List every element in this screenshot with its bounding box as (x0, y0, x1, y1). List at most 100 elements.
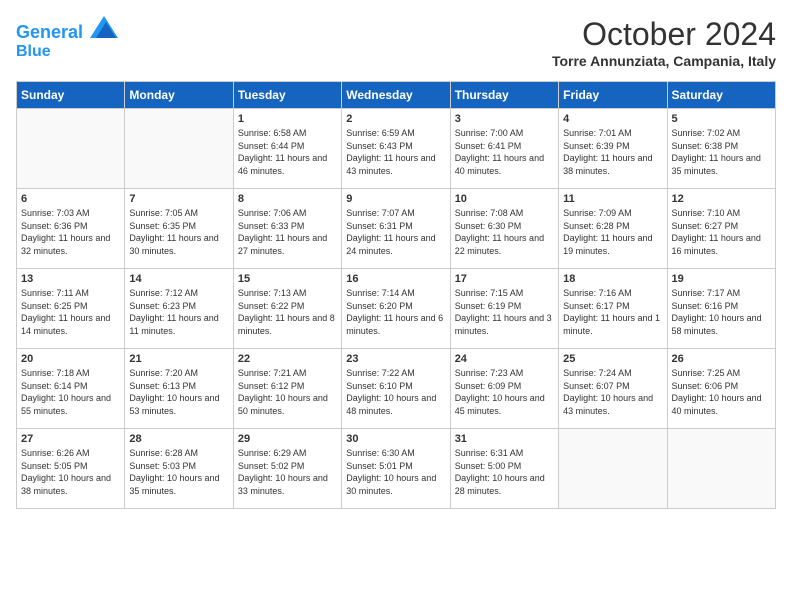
calendar-cell: 3 Sunrise: 7:00 AM Sunset: 6:41 PM Daylig… (450, 109, 558, 189)
calendar-cell: 11 Sunrise: 7:09 AM Sunset: 6:28 PM Dayli… (559, 189, 667, 269)
day-number: 17 (455, 273, 554, 285)
cell-text: Sunrise: 7:18 AM Sunset: 6:14 PM Dayligh… (21, 367, 120, 417)
cell-text: Sunrise: 7:11 AM Sunset: 6:25 PM Dayligh… (21, 287, 120, 337)
cell-text: Sunrise: 7:03 AM Sunset: 6:36 PM Dayligh… (21, 207, 120, 257)
cell-text: Sunrise: 7:24 AM Sunset: 6:07 PM Dayligh… (563, 367, 662, 417)
logo-text: General (16, 16, 118, 43)
day-number: 6 (21, 193, 120, 205)
cell-text: Sunrise: 6:59 AM Sunset: 6:43 PM Dayligh… (346, 127, 445, 177)
day-number: 20 (21, 353, 120, 365)
calendar-cell: 16Sunrise: 7:14 AM Sunset: 6:20 PM Dayli… (342, 269, 450, 349)
day-number: 28 (129, 433, 228, 445)
weekday-header-monday: Monday (125, 82, 233, 109)
day-number: 7 (129, 193, 228, 205)
calendar-cell (559, 429, 667, 509)
cell-text: Sunrise: 7:00 AM Sunset: 6:41 PM Dayligh… (455, 127, 554, 177)
cell-text: Sunrise: 7:05 AM Sunset: 6:35 PM Dayligh… (129, 207, 228, 257)
calendar-cell: 26Sunrise: 7:25 AM Sunset: 6:06 PM Dayli… (667, 349, 775, 429)
cell-text: Sunrise: 6:30 AM Sunset: 5:01 PM Dayligh… (346, 447, 445, 497)
day-number: 22 (238, 353, 337, 365)
day-number: 21 (129, 353, 228, 365)
week-row-0: 1 Sunrise: 6:58 AM Sunset: 6:44 PM Daylig… (17, 109, 776, 189)
calendar-cell: 14 Sunrise: 7:12 AM Sunset: 6:23 PM Dayli… (125, 269, 233, 349)
day-number: 13 (21, 273, 120, 285)
calendar-cell: 27 Sunrise: 6:26 AM Sunset: 5:05 PM Dayli… (17, 429, 125, 509)
week-row-2: 13 Sunrise: 7:11 AM Sunset: 6:25 PM Dayli… (17, 269, 776, 349)
cell-text: Sunrise: 7:07 AM Sunset: 6:31 PM Dayligh… (346, 207, 445, 257)
cell-text: Sunrise: 7:23 AM Sunset: 6:09 PM Dayligh… (455, 367, 554, 417)
calendar-cell (17, 109, 125, 189)
day-number: 16 (346, 273, 445, 285)
logo-blue: Blue (16, 43, 118, 61)
calendar-cell: 30Sunrise: 6:30 AM Sunset: 5:01 PM Dayli… (342, 429, 450, 509)
cell-text: Sunrise: 7:09 AM Sunset: 6:28 PM Dayligh… (563, 207, 662, 257)
week-row-1: 6 Sunrise: 7:03 AM Sunset: 6:36 PM Daylig… (17, 189, 776, 269)
weekday-header-saturday: Saturday (667, 82, 775, 109)
cell-text: Sunrise: 7:16 AM Sunset: 6:17 PM Dayligh… (563, 287, 662, 337)
cell-text: Sunrise: 7:08 AM Sunset: 6:30 PM Dayligh… (455, 207, 554, 257)
day-number: 27 (21, 433, 120, 445)
calendar-cell: 18Sunrise: 7:16 AM Sunset: 6:17 PM Dayli… (559, 269, 667, 349)
day-number: 23 (346, 353, 445, 365)
cell-text: Sunrise: 7:12 AM Sunset: 6:23 PM Dayligh… (129, 287, 228, 337)
calendar-cell (667, 429, 775, 509)
calendar-cell: 17Sunrise: 7:15 AM Sunset: 6:19 PM Dayli… (450, 269, 558, 349)
calendar-cell: 6 Sunrise: 7:03 AM Sunset: 6:36 PM Daylig… (17, 189, 125, 269)
cell-text: Sunrise: 6:26 AM Sunset: 5:05 PM Dayligh… (21, 447, 120, 497)
day-number: 3 (455, 113, 554, 125)
day-number: 14 (129, 273, 228, 285)
day-number: 12 (672, 193, 771, 205)
calendar-cell: 25 Sunrise: 7:24 AM Sunset: 6:07 PM Dayli… (559, 349, 667, 429)
calendar-body: 1 Sunrise: 6:58 AM Sunset: 6:44 PM Daylig… (17, 109, 776, 509)
logo: General Blue (16, 16, 118, 60)
cell-text: Sunrise: 6:58 AM Sunset: 6:44 PM Dayligh… (238, 127, 337, 177)
cell-text: Sunrise: 7:25 AM Sunset: 6:06 PM Dayligh… (672, 367, 771, 417)
calendar-cell: 2Sunrise: 6:59 AM Sunset: 6:43 PM Daylig… (342, 109, 450, 189)
logo-icon (90, 16, 118, 38)
day-number: 29 (238, 433, 337, 445)
calendar-cell: 5 Sunrise: 7:02 AM Sunset: 6:38 PM Daylig… (667, 109, 775, 189)
day-number: 4 (563, 113, 662, 125)
cell-text: Sunrise: 7:01 AM Sunset: 6:39 PM Dayligh… (563, 127, 662, 177)
day-number: 25 (563, 353, 662, 365)
cell-text: Sunrise: 7:02 AM Sunset: 6:38 PM Dayligh… (672, 127, 771, 177)
calendar-cell: 7 Sunrise: 7:05 AM Sunset: 6:35 PM Daylig… (125, 189, 233, 269)
day-number: 5 (672, 113, 771, 125)
cell-text: Sunrise: 7:22 AM Sunset: 6:10 PM Dayligh… (346, 367, 445, 417)
calendar-cell (125, 109, 233, 189)
day-number: 24 (455, 353, 554, 365)
cell-text: Sunrise: 6:28 AM Sunset: 5:03 PM Dayligh… (129, 447, 228, 497)
calendar-cell: 15Sunrise: 7:13 AM Sunset: 6:22 PM Dayli… (233, 269, 341, 349)
calendar-cell: 12 Sunrise: 7:10 AM Sunset: 6:27 PM Dayli… (667, 189, 775, 269)
weekday-header-row: SundayMondayTuesdayWednesdayThursdayFrid… (17, 82, 776, 109)
month-title: October 2024 (552, 16, 776, 53)
calendar-cell: 31Sunrise: 6:31 AM Sunset: 5:00 PM Dayli… (450, 429, 558, 509)
weekday-header-friday: Friday (559, 82, 667, 109)
week-row-4: 27 Sunrise: 6:26 AM Sunset: 5:05 PM Dayli… (17, 429, 776, 509)
calendar-cell: 23 Sunrise: 7:22 AM Sunset: 6:10 PM Dayli… (342, 349, 450, 429)
calendar-cell: 21Sunrise: 7:20 AM Sunset: 6:13 PM Dayli… (125, 349, 233, 429)
day-number: 11 (563, 193, 662, 205)
calendar-cell: 1 Sunrise: 6:58 AM Sunset: 6:44 PM Daylig… (233, 109, 341, 189)
day-number: 10 (455, 193, 554, 205)
day-number: 15 (238, 273, 337, 285)
weekday-header-tuesday: Tuesday (233, 82, 341, 109)
week-row-3: 20 Sunrise: 7:18 AM Sunset: 6:14 PM Dayli… (17, 349, 776, 429)
cell-text: Sunrise: 7:06 AM Sunset: 6:33 PM Dayligh… (238, 207, 337, 257)
cell-text: Sunrise: 7:17 AM Sunset: 6:16 PM Dayligh… (672, 287, 771, 337)
day-number: 19 (672, 273, 771, 285)
day-number: 1 (238, 113, 337, 125)
calendar-cell: 28 Sunrise: 6:28 AM Sunset: 5:03 PM Dayli… (125, 429, 233, 509)
calendar-cell: 10 Sunrise: 7:08 AM Sunset: 6:30 PM Dayli… (450, 189, 558, 269)
calendar-cell: 20 Sunrise: 7:18 AM Sunset: 6:14 PM Dayli… (17, 349, 125, 429)
cell-text: Sunrise: 7:10 AM Sunset: 6:27 PM Dayligh… (672, 207, 771, 257)
calendar-cell: 8Sunrise: 7:06 AM Sunset: 6:33 PM Daylig… (233, 189, 341, 269)
logo-general: General (16, 22, 83, 42)
calendar-cell: 4 Sunrise: 7:01 AM Sunset: 6:39 PM Daylig… (559, 109, 667, 189)
calendar-cell: 13 Sunrise: 7:11 AM Sunset: 6:25 PM Dayli… (17, 269, 125, 349)
calendar-cell: 29Sunrise: 6:29 AM Sunset: 5:02 PM Dayli… (233, 429, 341, 509)
calendar-cell: 9Sunrise: 7:07 AM Sunset: 6:31 PM Daylig… (342, 189, 450, 269)
weekday-header-sunday: Sunday (17, 82, 125, 109)
cell-text: Sunrise: 6:31 AM Sunset: 5:00 PM Dayligh… (455, 447, 554, 497)
weekday-header-wednesday: Wednesday (342, 82, 450, 109)
